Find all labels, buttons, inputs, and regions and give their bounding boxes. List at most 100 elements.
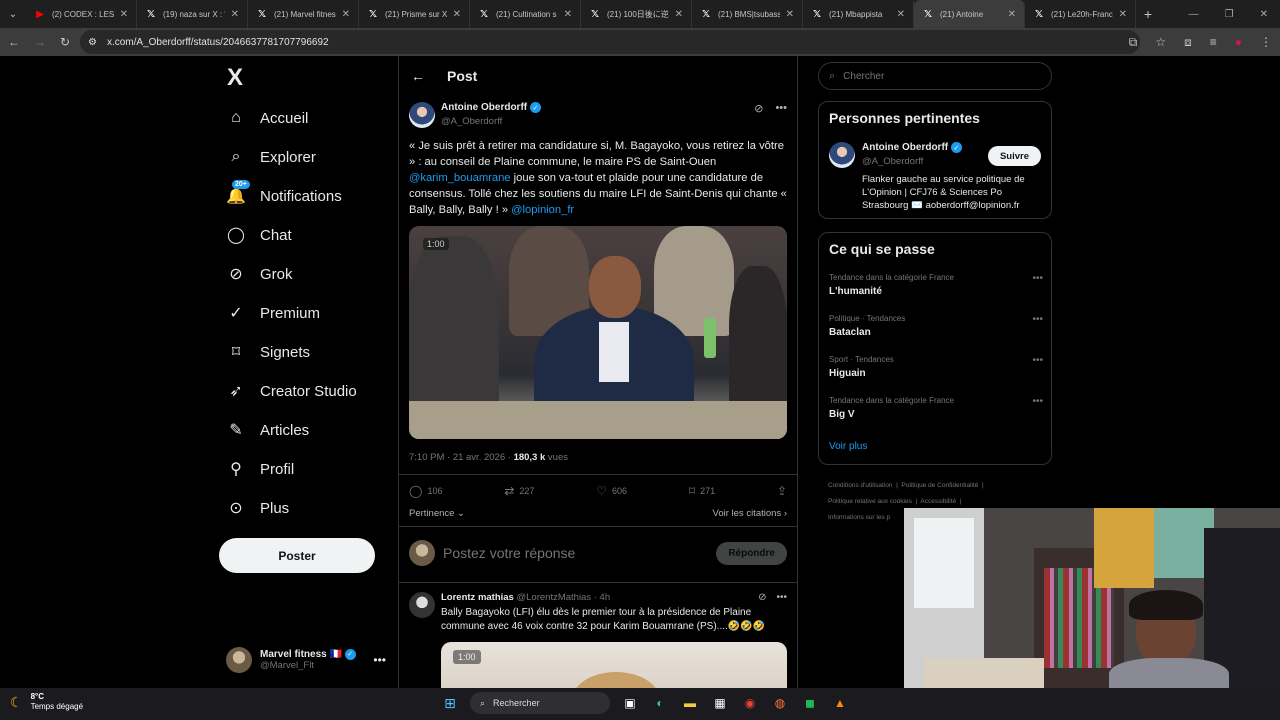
reply-input[interactable] — [443, 545, 703, 561]
footer-link[interactable]: Politique de Confidentialité — [901, 482, 978, 489]
install-app-icon[interactable]: ⧉ — [1129, 35, 1138, 50]
tweet-time[interactable]: 7:10 PM · 21 avr. 2026 · — [409, 452, 514, 463]
close-tab-icon[interactable]: ✕ — [675, 9, 683, 20]
forward-icon[interactable]: → — [34, 35, 46, 49]
bookmark-action[interactable]: ⌑ 271 — [689, 484, 715, 498]
browser-tab[interactable]: 𝕏 (21) Prisme sur X ✕ — [359, 0, 470, 28]
retweet-action[interactable]: ⇄ 227 — [504, 484, 534, 498]
x-logo[interactable]: X — [227, 64, 243, 92]
search-box[interactable]: ⌕ — [818, 62, 1052, 90]
sort-dropdown[interactable]: Pertinence ⌄ — [409, 508, 465, 519]
more-options-icon[interactable]: ••• — [1032, 396, 1043, 407]
back-icon[interactable]: ← — [8, 35, 20, 49]
more-options-icon[interactable]: ••• — [373, 653, 386, 667]
mention-link[interactable]: @lopinion_fr — [511, 204, 574, 216]
nav-item-profil[interactable]: ⚲ Profil — [226, 454, 294, 484]
profile-avatar-icon[interactable]: ● — [1235, 35, 1242, 49]
more-options-icon[interactable]: ••• — [1032, 314, 1043, 325]
nav-item-signets[interactable]: ⌑ Signets — [226, 337, 310, 367]
share-action[interactable]: ⇪ — [777, 484, 787, 498]
search-input[interactable] — [843, 70, 1024, 82]
windows-start-icon[interactable]: ⊞ — [440, 693, 460, 713]
reply-author-handle[interactable]: @LorentzMathias — [517, 592, 592, 603]
nav-item-premium[interactable]: ✓ Premium — [226, 298, 320, 328]
more-options-icon[interactable]: ••• — [1032, 355, 1043, 366]
nav-item-plus[interactable]: ⊙ Plus — [226, 493, 289, 523]
follow-button[interactable]: Suivre — [987, 146, 1041, 166]
account-switcher[interactable]: Marvel fitness 🇫🇷 ✓ @Marvel_Flt ••• — [226, 644, 386, 676]
media-icon[interactable]: ≡ — [1210, 35, 1217, 49]
taskbar-search[interactable]: ⌕ Rechercher — [470, 692, 610, 714]
more-options-icon[interactable]: ••• — [1032, 273, 1043, 284]
post-button[interactable]: Poster — [219, 538, 375, 573]
nav-item-grok[interactable]: ⊘ Grok — [226, 259, 292, 289]
nav-item-accueil[interactable]: ⌂ Accueil — [226, 103, 308, 133]
browser-tab[interactable]: 𝕏 (21) Le20h-France ✕ — [1025, 0, 1136, 28]
avatar[interactable] — [829, 142, 855, 168]
minimize-icon[interactable]: — — [1189, 9, 1199, 20]
reply-button[interactable]: Répondre — [716, 541, 787, 565]
nav-item-creator-studio[interactable]: ➶ Creator Studio — [226, 376, 356, 406]
trend-item[interactable]: Sport · Tendances Higuain ••• — [829, 355, 1043, 379]
edge-icon[interactable]: ◐ — [650, 693, 670, 713]
task-view-icon[interactable]: ▣ — [620, 693, 640, 713]
vlc-icon[interactable]: ▲ — [830, 693, 850, 713]
grok-icon[interactable]: ⊘ — [758, 592, 766, 603]
nav-item-articles[interactable]: ✎ Articles — [226, 415, 309, 445]
store-icon[interactable]: ▦ — [710, 693, 730, 713]
browser-tab[interactable]: 𝕏 (21) Cultination s ✕ — [470, 0, 581, 28]
reply-action[interactable]: ◯ 106 — [409, 484, 442, 498]
close-tab-icon[interactable]: ✕ — [120, 9, 128, 20]
file-explorer-icon[interactable]: ▬ — [680, 693, 700, 713]
footer-link[interactable]: Informations sur les p — [828, 514, 890, 521]
author-name[interactable]: Antoine Oberdorff — [441, 102, 527, 113]
extensions-icon[interactable]: ⧈ — [1184, 35, 1192, 50]
browser-tab[interactable]: 𝕏 (21) Marvel fitnes ✕ — [248, 0, 359, 28]
green-app-icon[interactable]: ◼ — [800, 693, 820, 713]
new-tab-button[interactable]: + — [1136, 6, 1160, 22]
footer-link[interactable]: Conditions d'utilisation — [828, 482, 892, 489]
chrome-icon[interactable]: ◉ — [740, 693, 760, 713]
close-tab-icon[interactable]: ✕ — [342, 9, 350, 20]
browser-tab[interactable]: 𝕏 (21) 100日後に逆 ✕ — [581, 0, 692, 28]
avatar[interactable] — [409, 592, 435, 618]
grok-icon[interactable]: ⊘ — [754, 102, 763, 115]
see-more-link[interactable]: Voir plus — [829, 441, 867, 452]
close-icon[interactable]: ✕ — [1260, 9, 1268, 20]
firefox-icon[interactable]: ◍ — [770, 693, 790, 713]
reply-video[interactable]: 1:00 — [441, 642, 787, 688]
browser-tab[interactable]: ▶ (2) CODEX : LES A ✕ — [26, 0, 137, 28]
browser-menu-icon[interactable]: ⋮ — [1260, 35, 1272, 49]
close-tab-icon[interactable]: ✕ — [897, 9, 905, 20]
restore-icon[interactable]: ❐ — [1225, 9, 1234, 20]
more-options-icon[interactable]: ••• — [775, 102, 787, 115]
back-arrow-icon[interactable]: ← — [411, 68, 425, 84]
footer-link[interactable]: Politique relative aux cookies — [828, 498, 912, 505]
weather-widget[interactable]: ☾ 8°C Temps dégagé — [10, 692, 83, 712]
browser-tab[interactable]: 𝕏 (21) Mbappista ✕ — [803, 0, 914, 28]
trend-item[interactable]: Politique · Tendances Bataclan ••• — [829, 314, 1043, 338]
trend-item[interactable]: Tendance dans la catégorie France L'human… — [829, 273, 1043, 297]
bookmark-star-icon[interactable]: ☆ — [1155, 35, 1166, 49]
close-tab-icon[interactable]: ✕ — [1008, 9, 1016, 20]
close-tab-icon[interactable]: ✕ — [231, 9, 239, 20]
nav-item-chat[interactable]: ◯ Chat — [226, 220, 292, 250]
tab-search-button[interactable]: ⌄ — [0, 0, 26, 28]
person-handle[interactable]: @A_Oberdorff — [862, 156, 923, 167]
browser-tab[interactable]: 𝕏 (21) Antoine ✕ — [914, 0, 1025, 28]
trend-item[interactable]: Tendance dans la catégorie France Big V ••… — [829, 396, 1043, 420]
more-options-icon[interactable]: ••• — [776, 592, 787, 603]
close-tab-icon[interactable]: ✕ — [1119, 9, 1127, 20]
nav-item-explorer[interactable]: ⌕ Explorer — [226, 142, 316, 172]
close-tab-icon[interactable]: ✕ — [564, 9, 572, 20]
tweet-video[interactable]: 1:00 — [409, 226, 787, 439]
close-tab-icon[interactable]: ✕ — [453, 9, 461, 20]
browser-tab[interactable]: 𝕏 (21) BMS|tsubass ✕ — [692, 0, 803, 28]
author-handle[interactable]: @A_Oberdorff — [441, 116, 502, 127]
avatar[interactable] — [409, 102, 435, 128]
view-quotes-link[interactable]: Voir les citations › — [713, 508, 787, 519]
nav-item-notifications[interactable]: 🔔 20+ Notifications — [226, 180, 342, 211]
browser-tab[interactable]: 𝕏 (19) naza sur X : " ✕ — [137, 0, 248, 28]
reply-author-name[interactable]: Lorentz mathias — [441, 592, 514, 603]
site-info-icon[interactable]: ⚙ — [88, 37, 97, 48]
